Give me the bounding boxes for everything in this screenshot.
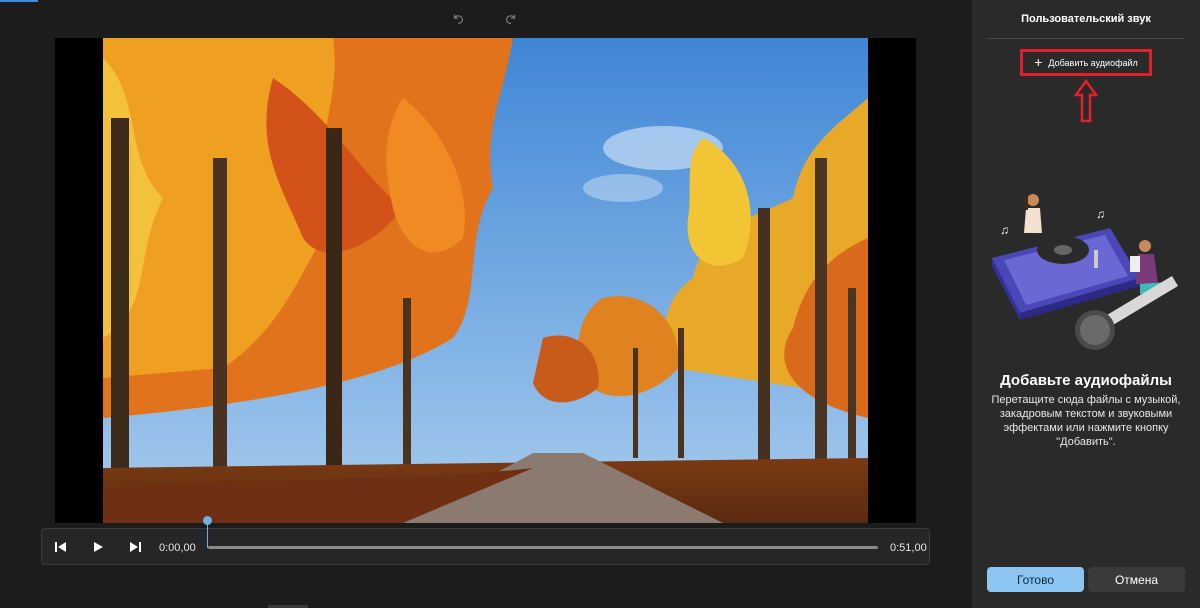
add-audio-file-label: Добавить аудиофайл	[1048, 57, 1138, 68]
redo-button[interactable]	[499, 10, 523, 28]
playhead-handle[interactable]	[203, 516, 212, 525]
video-preview	[55, 38, 916, 523]
duration-time: 0:51,00	[890, 542, 927, 554]
cancel-button[interactable]: Отмена	[1088, 567, 1185, 592]
audio-illustration: ♫ ♫	[992, 194, 1178, 350]
empty-state-title: Добавьте аудиофайлы	[1000, 372, 1172, 389]
editor-area: 0:00,00 0:51,00	[0, 0, 970, 608]
seek-track[interactable]	[208, 546, 878, 549]
play-button[interactable]	[88, 538, 108, 556]
play-icon	[94, 542, 103, 552]
done-button[interactable]: Готово	[987, 567, 1084, 592]
playback-bar: 0:00,00 0:51,00	[41, 528, 930, 565]
svg-text:♫: ♫	[1000, 223, 1009, 237]
skip-forward-button[interactable]	[125, 538, 145, 556]
custom-audio-panel: Пользовательский звук + Добавить аудиофа…	[972, 0, 1200, 608]
empty-state-description: Перетащите сюда файлы с музыкой, закадро…	[991, 394, 1181, 448]
autumn-forest-image	[103, 38, 868, 523]
up-arrow-annotation-icon	[1074, 79, 1098, 123]
tab-indicator	[0, 0, 38, 2]
skip-back-button[interactable]	[51, 538, 71, 556]
divider	[987, 38, 1185, 39]
add-audio-file-button[interactable]: + Добавить аудиофайл	[1020, 49, 1152, 76]
skip-back-icon	[55, 542, 66, 552]
undo-button[interactable]	[446, 10, 470, 28]
current-time: 0:00,00	[159, 542, 196, 554]
undo-icon	[453, 14, 464, 24]
redo-icon	[505, 14, 516, 24]
panel-title: Пользовательский звук	[1021, 13, 1151, 25]
plus-icon: +	[1034, 53, 1043, 70]
skip-forward-icon	[130, 542, 141, 552]
svg-text:♫: ♫	[1096, 207, 1105, 221]
